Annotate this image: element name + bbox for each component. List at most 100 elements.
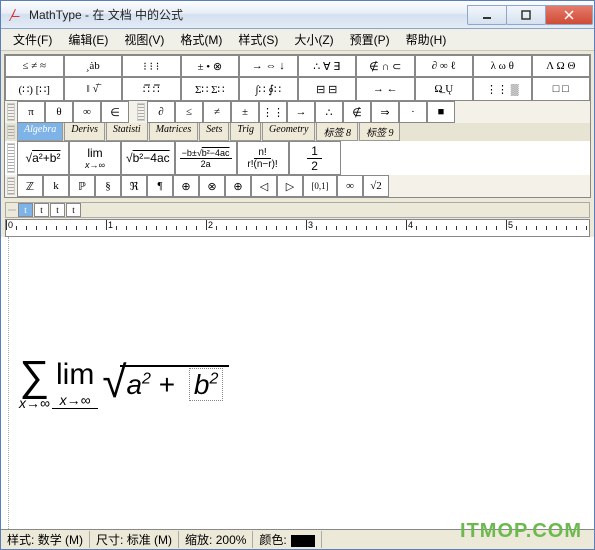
ruler[interactable]: 012345 [5,219,590,237]
symbol-button[interactable]: π [17,101,45,123]
template-half[interactable]: 12 [289,141,341,175]
toolbar-handle[interactable] [7,177,15,195]
palette-button[interactable]: ⊟ ⊟ [298,77,357,101]
var-b: b [194,369,210,400]
tab-trig[interactable]: Trig [230,123,261,141]
symbol-button[interactable]: ℙ [69,175,95,197]
palette-button[interactable]: Σ∷ Σ∷ [181,77,240,101]
sqrt-expression: √ a2 + b2 [102,363,229,403]
palette-button[interactable]: ¸ȧb [64,55,123,77]
toolbar-handle[interactable] [7,103,15,121]
size-button[interactable]: t [18,203,33,217]
symbol-button[interactable]: ⊗ [199,175,225,197]
symbol-button[interactable]: ℜ [121,175,147,197]
status-zoom-value[interactable]: 200% [216,533,247,547]
tab-algebra[interactable]: Algebra [17,123,63,141]
symbol-button[interactable]: ℤ [17,175,43,197]
template-sqrt-disc[interactable]: √b²−4ac [121,141,175,175]
menu-style[interactable]: 样式(S) [230,29,286,50]
symbol-button[interactable]: ± [231,101,259,123]
palette-button[interactable]: ⋮⋮ ▒ [473,77,532,101]
palette-button[interactable]: Ω̲ Ų [415,77,474,101]
symbol-button[interactable]: ≤ [175,101,203,123]
toolbar-handle[interactable] [137,103,145,121]
palette-button[interactable]: ⁝ ⁝ ⁝ [122,55,181,77]
status-size-value[interactable]: 标准 (M) [127,533,172,547]
symbol-button[interactable]: ◁ [251,175,277,197]
size-button[interactable]: t [66,203,81,217]
template-quadratic[interactable]: −b±√b²−4ac2a [175,141,237,175]
palette-button[interactable]: ‖ √̅ [64,77,123,101]
template-lim[interactable]: limx→∞ [69,141,121,175]
status-style-value[interactable]: 数学 (M) [38,533,83,547]
symbol-button[interactable]: → [287,101,315,123]
symbol-button[interactable]: ∴ [315,101,343,123]
symbol-button[interactable]: ∞ [337,175,363,197]
palette-button[interactable]: □ □ [532,77,591,101]
menu-edit[interactable]: 编辑(E) [60,29,116,50]
tab-derivs[interactable]: Derivs [64,123,105,141]
palette-button[interactable]: (∷) [∷] [5,77,64,101]
symbol-button[interactable]: ⇒ [371,101,399,123]
palette-button[interactable]: ∴ ∀ ∃ [298,55,357,77]
palette-button[interactable]: Λ Ω Θ [532,55,591,77]
menu-format[interactable]: 格式(M) [172,29,230,50]
tab-8[interactable]: 标签 8 [316,123,358,141]
titlebar[interactable]: MathType - 在 文档 中的公式 [1,1,594,29]
symbol-button[interactable]: · [399,101,427,123]
equation-content[interactable]: ∑ x→∞ lim x→∞ √ a2 + b2 [9,237,239,529]
symbol-button[interactable]: ∞ [73,101,101,123]
symbol-button[interactable]: [0,1] [303,175,337,197]
palette-button[interactable]: ∉ ∩ ⊂ [356,55,415,77]
palette-button[interactable]: ± • ⊗ [181,55,240,77]
symbol-button[interactable]: ⋮⋮ [259,101,287,123]
tab-sets[interactable]: Sets [199,123,229,141]
symbol-button[interactable]: θ [45,101,73,123]
size-button[interactable]: t [34,203,49,217]
palette-button[interactable]: ≤ ≠ ≈ [5,55,64,77]
symbol-button[interactable]: § [95,175,121,197]
close-button[interactable] [545,5,593,25]
template-combination[interactable]: n!r!(n−r)! [237,141,289,175]
palette-button[interactable]: → ← [356,77,415,101]
symbol-button[interactable]: √2 [363,175,389,197]
palette-button[interactable]: λ ω θ [473,55,532,77]
palette-button[interactable]: ∂ ∞ ℓ [415,55,474,77]
symbol-button[interactable]: k [43,175,69,197]
plus-sign: + [159,369,175,400]
tab-geometry[interactable]: Geometry [262,123,315,141]
status-zoom-label: 缩放: [185,533,212,547]
size-button[interactable]: t [50,203,65,217]
sup-2: 2 [142,371,151,388]
equation-editor[interactable]: ∑ x→∞ lim x→∞ √ a2 + b2 [1,237,594,529]
symbol-button[interactable]: ¶ [147,175,173,197]
menu-view[interactable]: 视图(V) [116,29,172,50]
palette-button[interactable]: ∷̅ ∷̅ [122,77,181,101]
menu-preset[interactable]: 预置(P) [342,29,398,50]
symbol-button[interactable]: ≠ [203,101,231,123]
menu-size[interactable]: 大小(Z) [286,29,341,50]
toolbar-handle[interactable] [8,209,16,211]
palette-button[interactable]: ∫∷ ∮∷ [239,77,298,101]
app-window: MathType - 在 文档 中的公式 文件(F) 编辑(E) 视图(V) 格… [0,0,595,550]
toolbar-handle[interactable] [7,125,15,139]
status-color-swatch[interactable] [291,535,315,547]
symbol-button[interactable]: ⊕ [173,175,199,197]
tab-9[interactable]: 标签 9 [359,123,401,141]
tab-matrices[interactable]: Matrices [149,123,199,141]
symbol-button[interactable]: ▷ [277,175,303,197]
symbol-button[interactable]: ⊕ [225,175,251,197]
template-sqrt-a2b2[interactable]: √a²+b² [17,141,69,175]
maximize-button[interactable] [506,5,546,25]
palette-row-5: ℤ k ℙ § ℜ ¶ ⊕ ⊗ ⊕ ◁ ▷ [0,1] ∞ √2 [5,175,590,197]
palette-button[interactable]: → ⇔ ↓ [239,55,298,77]
symbol-button[interactable]: ∂ [147,101,175,123]
menu-file[interactable]: 文件(F) [5,29,60,50]
minimize-button[interactable] [467,5,507,25]
tab-statisti[interactable]: Statisti [106,123,148,141]
menu-help[interactable]: 帮助(H) [398,29,455,50]
symbol-button[interactable]: ■ [427,101,455,123]
symbol-button[interactable]: ∈ [101,101,129,123]
symbol-button[interactable]: ∉ [343,101,371,123]
toolbar-handle[interactable] [7,143,15,173]
